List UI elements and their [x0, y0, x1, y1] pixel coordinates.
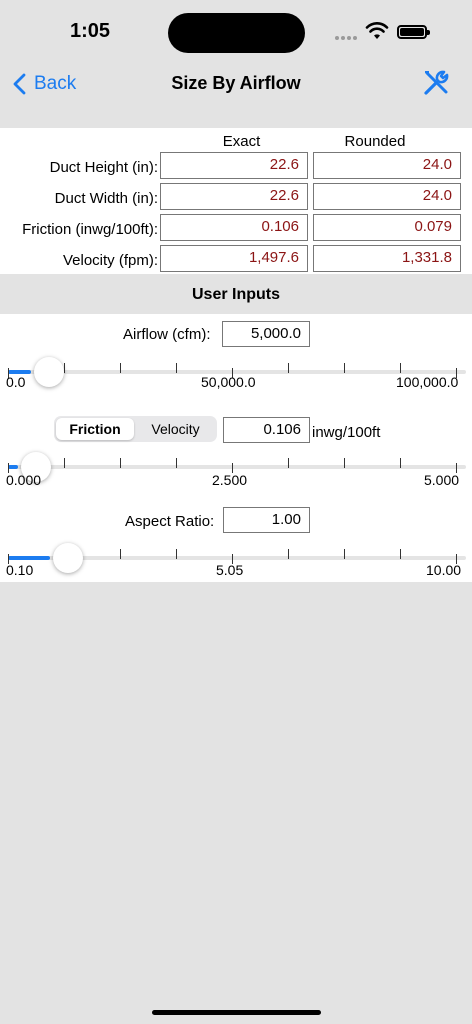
aspect-max-label: 10.00	[426, 562, 462, 578]
tab-friction[interactable]: Friction	[56, 418, 134, 440]
friction-slider-track	[8, 465, 466, 469]
results-panel: Exact Rounded Duct Height (in): 22.6 24.…	[0, 128, 472, 274]
status-bar: 1:05	[0, 0, 472, 62]
friction-tick	[400, 458, 401, 468]
friction-tick	[344, 458, 345, 468]
friction-rounded: 0.079	[313, 214, 461, 241]
rounded-column-header: Rounded	[344, 133, 406, 150]
friction-slider-fill	[8, 465, 18, 469]
user-inputs-header: User Inputs	[0, 274, 472, 314]
friction-max-label: 5.000	[424, 472, 460, 488]
dynamic-island	[168, 13, 305, 53]
aspect-min-label: 0.10	[6, 562, 34, 578]
aspect-tick	[400, 549, 401, 559]
friction-unit: inwg/100ft	[312, 424, 381, 441]
friction-min-label: 0.000	[6, 472, 42, 488]
aspect-ratio-label: Aspect Ratio:	[125, 513, 215, 530]
airflow-tick	[400, 363, 401, 373]
airflow-min-label: 0.0	[6, 374, 26, 390]
friction-label: Friction (inwg/100ft):	[22, 221, 158, 238]
aspect-tick	[344, 549, 345, 559]
airflow-mid-label: 50,000.0	[201, 374, 256, 390]
aspect-ratio-input[interactable]: 1.00	[223, 507, 310, 533]
airflow-tick	[176, 363, 177, 373]
velocity-rounded: 1,331.8	[313, 245, 461, 272]
user-inputs-panel: Airflow (cfm): 5,000.0 0.0 50,000.0 100,…	[0, 314, 472, 582]
velocity-label: Velocity (fpm):	[62, 252, 158, 269]
battery-icon	[397, 25, 430, 39]
aspect-tick	[288, 549, 289, 559]
duct-width-rounded: 24.0	[313, 183, 461, 210]
friction-tick	[288, 458, 289, 468]
friction-exact: 0.106	[160, 214, 308, 241]
duct-width-exact: 22.6	[160, 183, 308, 210]
aspect-slider-thumb[interactable]	[52, 543, 83, 573]
aspect-mid-label: 5.05	[216, 562, 244, 578]
duct-height-exact: 22.6	[160, 152, 308, 179]
tools-icon[interactable]	[422, 69, 450, 97]
duct-height-rounded: 24.0	[313, 152, 461, 179]
navigation-bar: Back Size By Airflow	[0, 62, 472, 106]
friction-velocity-toggle: Friction Velocity	[54, 416, 217, 442]
friction-mid-label: 2.500	[212, 472, 248, 488]
duct-width-label: Duct Width (in):	[54, 190, 158, 207]
aspect-tick	[120, 549, 121, 559]
home-indicator	[152, 1010, 321, 1015]
airflow-tick	[344, 363, 345, 373]
airflow-max-label: 100,000.0	[396, 374, 459, 390]
friction-tick	[64, 458, 65, 468]
duct-height-label: Duct Height (in):	[49, 159, 158, 176]
aspect-slider-fill	[8, 556, 50, 560]
airflow-input[interactable]: 5,000.0	[222, 321, 310, 347]
exact-column-header: Exact	[222, 133, 261, 150]
airflow-slider-thumb[interactable]	[33, 357, 64, 387]
friction-tick	[176, 458, 177, 468]
airflow-tick	[120, 363, 121, 373]
airflow-tick	[64, 363, 65, 373]
aspect-tick	[176, 549, 177, 559]
page-title: Size By Airflow	[171, 73, 301, 93]
airflow-tick	[288, 363, 289, 373]
friction-input[interactable]: 0.106	[223, 417, 310, 443]
velocity-exact: 1,497.6	[160, 245, 308, 272]
friction-tick	[120, 458, 121, 468]
cellular-signal-icon	[335, 36, 357, 40]
wifi-icon	[365, 22, 389, 39]
tab-velocity[interactable]: Velocity	[136, 418, 215, 440]
airflow-label: Airflow (cfm):	[123, 326, 211, 343]
status-time: 1:05	[69, 20, 111, 42]
